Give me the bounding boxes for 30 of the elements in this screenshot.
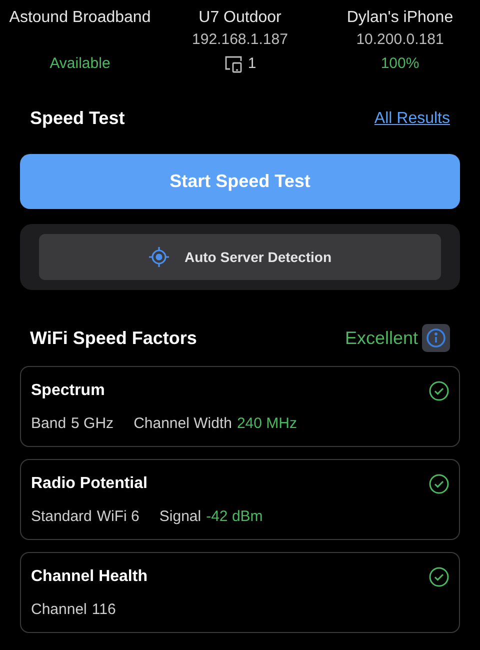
- device-name: U7 Outdoor: [198, 8, 282, 28]
- all-results-link[interactable]: All Results: [374, 106, 450, 130]
- factor-title: Channel Health: [31, 567, 148, 587]
- info-button[interactable]: [422, 324, 450, 352]
- device-name: Dylan's iPhone: [346, 8, 454, 28]
- devices-icon: [224, 55, 244, 73]
- stat-label: Channel: [31, 600, 87, 620]
- device-status: 1: [248, 54, 256, 74]
- stat-value: 5 GHz: [71, 414, 114, 434]
- crosshair-icon: [148, 246, 170, 268]
- stat-label: Standard: [31, 507, 92, 527]
- ip-address: 10.200.0.181: [356, 30, 444, 50]
- ip-address: 192.168.1.187: [192, 30, 288, 50]
- stat-value: WiFi 6: [96, 507, 140, 527]
- rating-text: Excellent: [344, 326, 418, 350]
- factor-title: Radio Potential: [31, 474, 148, 494]
- stat-label: Channel Width: [134, 414, 232, 434]
- device-name: Astound Broadband: [9, 8, 151, 28]
- stat-label: Signal: [159, 507, 202, 527]
- section-title: Speed Test: [30, 107, 125, 130]
- device-status: 100%: [380, 54, 420, 74]
- section-title: WiFi Speed Factors: [30, 326, 197, 350]
- factor-title: Spectrum: [31, 381, 105, 401]
- stat-value: -42 dBm: [206, 507, 263, 527]
- stat-label: Band: [31, 414, 66, 434]
- info-icon: [426, 328, 446, 348]
- device-status: Available: [50, 54, 110, 74]
- stat-value: 116: [92, 600, 116, 620]
- server-detection-button[interactable]: Auto Server Detection: [39, 234, 441, 280]
- stat-value: 240 MHz: [236, 414, 297, 434]
